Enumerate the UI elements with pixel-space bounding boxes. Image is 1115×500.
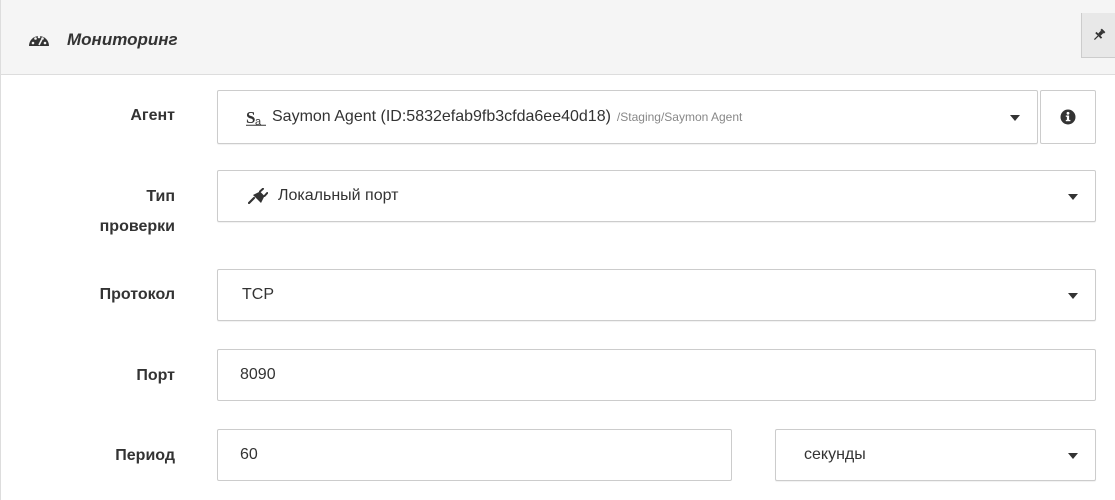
check-type-label-line2: проверки bbox=[99, 218, 175, 235]
period-unit-select[interactable]: секунды bbox=[775, 429, 1096, 481]
pin-icon bbox=[1093, 28, 1106, 41]
agent-label: Агент bbox=[130, 107, 175, 124]
agent-select[interactable]: S a Saymon Agent (ID:5832efab9fb3cfda6ee… bbox=[217, 90, 1038, 144]
pin-button[interactable] bbox=[1081, 13, 1115, 58]
chevron-down-icon bbox=[1010, 115, 1020, 121]
info-circle-icon bbox=[1060, 109, 1076, 125]
saymon-agent-icon: S a bbox=[246, 108, 266, 126]
chevron-down-icon bbox=[1068, 194, 1078, 200]
protocol-label: Протокол bbox=[99, 286, 175, 303]
check-type-select[interactable]: Локальный порт bbox=[217, 170, 1096, 222]
agent-info-button[interactable] bbox=[1040, 90, 1096, 144]
agent-path: /Staging/Saymon Agent bbox=[616, 110, 743, 124]
plug-icon bbox=[248, 188, 268, 204]
period-input[interactable] bbox=[217, 429, 732, 481]
protocol-value: TCP bbox=[242, 286, 274, 303]
svg-text:a: a bbox=[255, 116, 262, 126]
check-type-label-line1: Тип bbox=[146, 188, 175, 205]
agent-value: Saymon Agent (ID:5832efab9fb3cfda6ee40d1… bbox=[272, 108, 611, 125]
chevron-down-icon bbox=[1068, 453, 1078, 459]
monitoring-panel: Мониторинг Агент S a Saymon Agent (ID:58… bbox=[0, 0, 1115, 500]
panel-header: Мониторинг bbox=[1, 0, 1115, 75]
period-label: Период bbox=[115, 447, 175, 464]
port-input[interactable] bbox=[217, 349, 1096, 401]
chevron-down-icon bbox=[1068, 293, 1078, 299]
period-unit-value: секунды bbox=[804, 446, 866, 463]
tachometer-icon bbox=[29, 35, 49, 46]
protocol-select[interactable]: TCP bbox=[217, 269, 1096, 321]
panel-title: Мониторинг bbox=[67, 30, 178, 49]
port-label: Порт bbox=[136, 367, 175, 384]
check-type-value: Локальный порт bbox=[278, 187, 399, 204]
